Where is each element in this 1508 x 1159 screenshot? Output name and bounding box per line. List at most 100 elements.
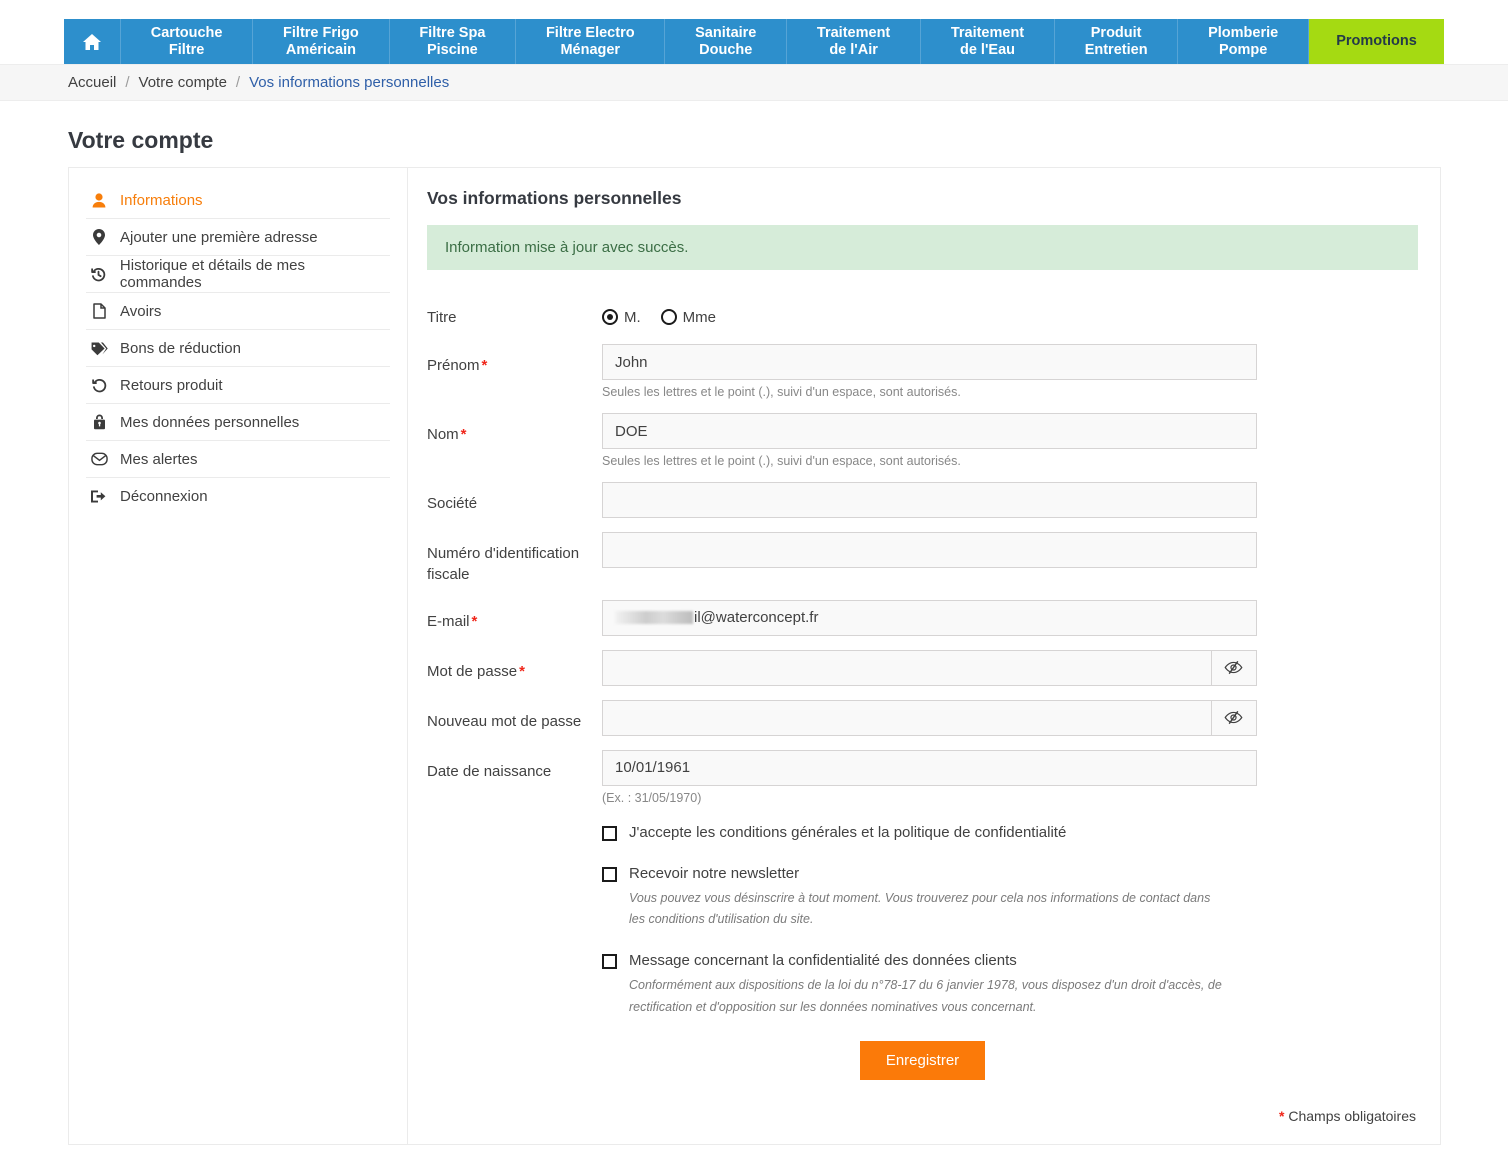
- nav-label-line1: Produit: [1091, 25, 1142, 41]
- radio-option-monsieur[interactable]: M.: [602, 309, 641, 326]
- nav-item-filtre-frigo-americain[interactable]: Filtre Frigo Américain: [253, 19, 389, 64]
- radio-monsieur-indicator[interactable]: [602, 309, 618, 325]
- nav-label-line1: Filtre Frigo: [283, 25, 359, 41]
- checkbox-confidentialite-note: Conformément aux dispositions de la loi …: [629, 975, 1229, 1019]
- account-card: Informations Ajouter une première adress…: [68, 167, 1441, 1145]
- required-fields-note: * Champs obligatoires: [427, 1108, 1418, 1124]
- required-marker: *: [472, 613, 478, 630]
- nav-label-line1: Cartouche: [151, 25, 223, 41]
- nav-item-traitement-de-l-eau[interactable]: Traitement de l'Eau: [921, 19, 1055, 64]
- breadcrumb-link-account[interactable]: Votre compte: [139, 74, 227, 91]
- eye-slash-icon[interactable]: [1211, 650, 1257, 686]
- sidebar-item-avoirs[interactable]: Avoirs: [86, 293, 390, 330]
- nav-label-line1: Traitement: [951, 25, 1024, 41]
- email-visible-value: il@waterconcept.fr: [694, 609, 818, 626]
- label-nom: Nom*: [427, 413, 602, 445]
- save-button[interactable]: Enregistrer: [860, 1041, 985, 1080]
- nav-label-line1: Sanitaire: [695, 25, 756, 41]
- eye-slash-icon[interactable]: [1211, 700, 1257, 736]
- nav-label-promotions: Promotions: [1336, 33, 1417, 49]
- nav-item-produit-entretien[interactable]: Produit Entretien: [1055, 19, 1178, 64]
- form-row-societe: Société: [427, 482, 1418, 518]
- prenom-hint: Seules les lettres et le point (.), suiv…: [602, 385, 1257, 399]
- history-icon: [86, 267, 112, 282]
- nav-items-container: Cartouche Filtre Filtre Frigo Américain …: [64, 19, 1444, 64]
- checkbox-newsletter-note: Vous pouvez vous désinscrire à tout mome…: [629, 888, 1229, 932]
- breadcrumb-link-home[interactable]: Accueil: [68, 74, 116, 91]
- nom-hint: Seules les lettres et le point (.), suiv…: [602, 454, 1257, 468]
- required-marker: *: [519, 663, 525, 680]
- redacted-email-prefix: [615, 611, 693, 624]
- tag-icon: [86, 341, 112, 356]
- checkbox-confidentialite-text-block: Message concernant la confidentialité de…: [629, 951, 1229, 1018]
- prenom-input[interactable]: [602, 344, 1257, 380]
- required-star: *: [1279, 1108, 1284, 1124]
- checkbox-newsletter[interactable]: [602, 867, 617, 882]
- breadcrumb-separator: /: [236, 74, 240, 91]
- sidebar-item-label: Informations: [120, 192, 203, 209]
- nav-item-cartouche-filtre[interactable]: Cartouche Filtre: [121, 19, 253, 64]
- sidebar-item-retours-produit[interactable]: Retours produit: [86, 367, 390, 404]
- date-naissance-input[interactable]: [602, 750, 1257, 786]
- radio-option-madame[interactable]: Mme: [661, 309, 716, 326]
- email-input[interactable]: il@waterconcept.fr: [602, 600, 1257, 636]
- email-control: il@waterconcept.fr: [602, 600, 1257, 636]
- nav-item-home[interactable]: [64, 19, 121, 64]
- sidebar-item-historique-commandes[interactable]: Historique et détails de mes commandes: [86, 256, 390, 293]
- radio-monsieur-label: M.: [624, 309, 641, 326]
- password-input-group: [602, 650, 1257, 686]
- checkbox-conditions-generales[interactable]: [602, 826, 617, 841]
- nav-label-line2: Ménager: [560, 42, 620, 58]
- checkbox-confidentialite-donnees[interactable]: [602, 954, 617, 969]
- nav-label-line2: Américain: [286, 42, 356, 58]
- sidebar-item-deconnexion[interactable]: Déconnexion: [86, 478, 390, 515]
- date-naissance-hint: (Ex. : 31/05/1970): [602, 791, 1257, 805]
- titre-control: M. Mme: [602, 296, 1257, 330]
- nav-label-line2: Douche: [699, 42, 752, 58]
- checkbox-conditions-label: J'accepte les conditions générales et la…: [629, 823, 1066, 843]
- checkbox-row-confidentialite: Message concernant la confidentialité de…: [602, 951, 1418, 1018]
- envelope-icon: [86, 452, 112, 466]
- nav-item-filtre-spa-piscine[interactable]: Filtre Spa Piscine: [390, 19, 517, 64]
- sidebar-item-bons-de-reduction[interactable]: Bons de réduction: [86, 330, 390, 367]
- sidebar-item-informations[interactable]: Informations: [86, 182, 390, 219]
- sidebar-item-label: Ajouter une première adresse: [120, 229, 318, 246]
- nav-item-plomberie-pompe[interactable]: Plomberie Pompe: [1178, 19, 1309, 64]
- breadcrumb-current-page[interactable]: Vos informations personnelles: [249, 74, 449, 91]
- form-row-mot-de-passe: Mot de passe*: [427, 650, 1418, 686]
- checkbox-newsletter-text-block: Recevoir notre newsletter Vous pouvez vo…: [629, 864, 1229, 931]
- sidebar-item-ajouter-adresse[interactable]: Ajouter une première adresse: [86, 219, 390, 256]
- nav-item-sanitaire-douche[interactable]: Sanitaire Douche: [665, 19, 787, 64]
- breadcrumb-separator: /: [125, 74, 129, 91]
- sidebar-item-mes-alertes[interactable]: Mes alertes: [86, 441, 390, 478]
- nav-label-line2: Filtre: [169, 42, 204, 58]
- required-marker: *: [461, 426, 467, 443]
- file-icon: [86, 303, 112, 319]
- label-mot-de-passe: Mot de passe*: [427, 650, 602, 682]
- nav-label-line1: Traitement: [817, 25, 890, 41]
- required-marker: *: [482, 357, 488, 374]
- radio-madame-indicator[interactable]: [661, 309, 677, 325]
- numero-fiscal-input[interactable]: [602, 532, 1257, 568]
- nouveau-mot-de-passe-input[interactable]: [602, 700, 1211, 736]
- societe-control: [602, 482, 1257, 518]
- form-row-date-naissance: Date de naissance (Ex. : 31/05/1970): [427, 750, 1418, 805]
- sidebar-item-label: Mes alertes: [120, 451, 198, 468]
- mot-de-passe-input[interactable]: [602, 650, 1211, 686]
- sidebar-item-label: Mes données personnelles: [120, 414, 299, 431]
- account-sidebar: Informations Ajouter une première adress…: [69, 168, 408, 1144]
- nom-input[interactable]: [602, 413, 1257, 449]
- sidebar-item-donnees-personnelles[interactable]: Mes données personnelles: [86, 404, 390, 441]
- nav-item-promotions[interactable]: Promotions: [1309, 19, 1444, 64]
- nav-item-filtre-electro-menager[interactable]: Filtre Electro Ménager: [516, 19, 665, 64]
- top-navigation-bar: Cartouche Filtre Filtre Frigo Américain …: [0, 0, 1508, 64]
- label-date-naissance: Date de naissance: [427, 750, 602, 782]
- nav-item-traitement-de-l-air[interactable]: Traitement de l'Air: [787, 19, 921, 64]
- societe-input[interactable]: [602, 482, 1257, 518]
- label-email: E-mail*: [427, 600, 602, 632]
- nav-label-line1: Filtre Electro: [546, 25, 635, 41]
- label-nouveau-mot-de-passe: Nouveau mot de passe: [427, 700, 602, 732]
- titre-radio-group: M. Mme: [602, 296, 1257, 330]
- sidebar-item-label: Retours produit: [120, 377, 223, 394]
- success-alert: Information mise à jour avec succès.: [427, 225, 1418, 270]
